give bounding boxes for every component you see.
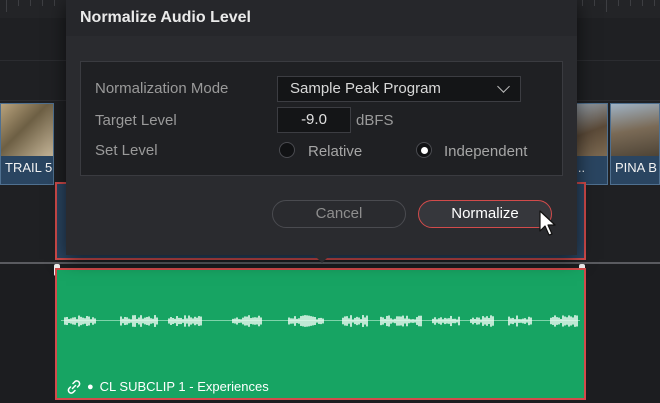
normalization-mode-select[interactable]: Sample Peak Program <box>277 76 521 102</box>
dialog-pointer <box>313 254 331 263</box>
clip-thumbnail <box>1 104 53 156</box>
radio-independent-label[interactable]: Independent <box>444 143 527 160</box>
normalization-mode-value: Sample Peak Program <box>290 80 441 97</box>
normalize-audio-dialog: Normalize Audio Level Normalization Mode… <box>66 0 577 263</box>
set-level-label: Set Level <box>95 142 158 159</box>
ruler-tick <box>654 0 655 6</box>
chevron-down-icon <box>497 80 510 93</box>
audio-waveform <box>64 315 578 327</box>
radio-relative[interactable] <box>279 142 295 158</box>
radio-relative-label[interactable]: Relative <box>308 143 362 160</box>
clip-label: PINA B <box>615 160 657 175</box>
audio-clip-label-row: ● CL SUBCLIP 1 - Experiences <box>67 379 269 394</box>
video-clip-pina-b[interactable]: PINA B <box>610 103 660 185</box>
clip-thumbnail <box>611 104 659 156</box>
ruler-tick <box>594 0 595 6</box>
ruler-tick <box>618 0 619 6</box>
normalization-mode-label: Normalization Mode <box>95 80 229 97</box>
cancel-button[interactable]: Cancel <box>272 200 406 228</box>
ruler-tick <box>18 0 19 6</box>
link-icon <box>67 379 81 394</box>
mouse-cursor-icon <box>539 210 556 236</box>
target-level-unit: dBFS <box>356 112 394 129</box>
bullet-icon: ● <box>87 380 94 393</box>
audio-clip-name: CL SUBCLIP 1 - Experiences <box>99 379 269 394</box>
ruler-tick <box>54 0 55 6</box>
ruler-tick <box>30 0 31 6</box>
ruler-tick <box>42 0 43 6</box>
clip-label: TRAIL 5 <box>5 160 53 175</box>
audio-clip[interactable]: ● CL SUBCLIP 1 - Experiences <box>55 268 586 400</box>
ruler-tick <box>606 0 607 12</box>
dialog-title: Normalize Audio Level <box>80 9 251 26</box>
ruler-tick <box>6 0 7 12</box>
target-level-label: Target Level <box>95 112 177 129</box>
settings-panel: Normalization Mode Sample Peak Program T… <box>80 61 563 176</box>
normalize-button[interactable]: Normalize <box>418 200 552 228</box>
radio-independent[interactable] <box>416 142 432 158</box>
ruler-tick <box>582 0 583 6</box>
ruler-tick <box>642 0 643 6</box>
target-level-input[interactable]: -9.0 <box>277 107 351 133</box>
ruler-tick <box>630 0 631 6</box>
video-clip-trail-5[interactable]: TRAIL 5 <box>0 103 54 185</box>
